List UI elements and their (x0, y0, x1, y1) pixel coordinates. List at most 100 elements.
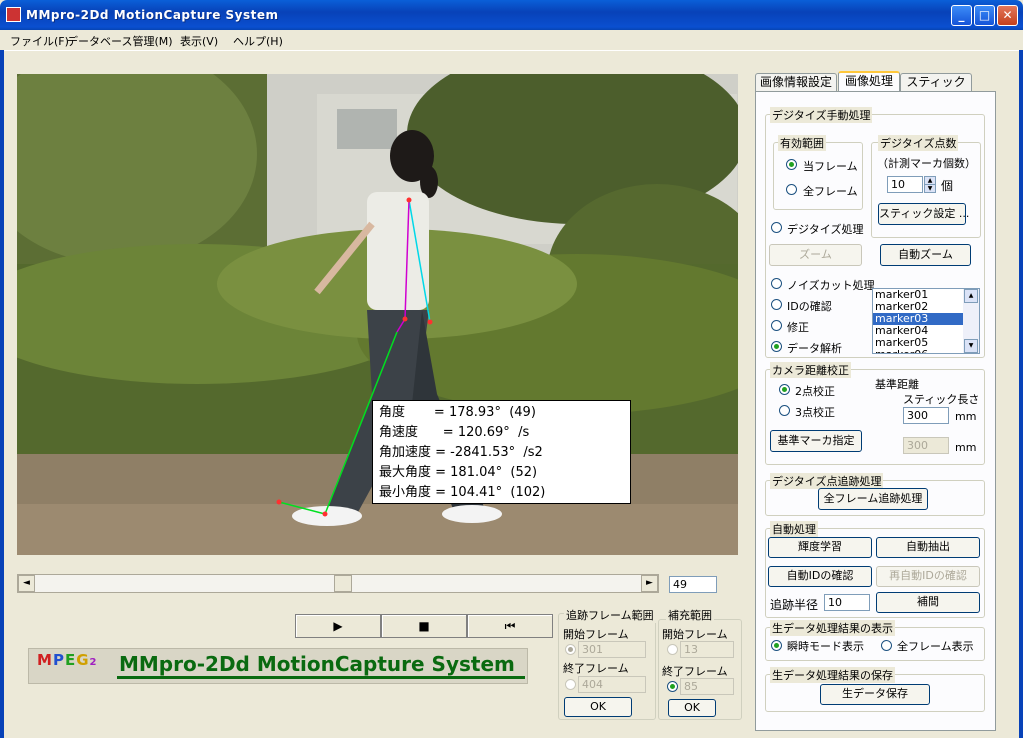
tracking-start-field[interactable]: 301 (578, 641, 646, 658)
menu-file[interactable]: ファイル(F) (10, 33, 69, 49)
close-button[interactable]: ✕ (997, 5, 1018, 26)
rewind-button[interactable]: ⏮ (467, 614, 553, 638)
maximize-button[interactable]: □ (974, 5, 995, 26)
window-frame-right (1019, 50, 1023, 738)
fill-end-label: 終了フレーム (662, 665, 728, 678)
readout-angular-velocity: 角速度 = 120.69° /s (379, 425, 530, 440)
readout-angular-acceleration: 角加速度 = -2841.53° /s2 (379, 445, 543, 460)
fill-start-radio[interactable] (667, 644, 678, 655)
all-frames-label: 全フレーム (803, 185, 858, 198)
fill-start-field[interactable]: 13 (680, 641, 734, 658)
all-frames-display-label: 全フレーム表示 (897, 640, 974, 653)
stick-settings-button[interactable]: スティック設定 ... (878, 203, 969, 225)
tracking-radius-field[interactable]: 10 (824, 594, 870, 611)
data-analysis-radio[interactable] (771, 341, 782, 352)
tab-image-info[interactable]: 画像情報設定 (755, 73, 837, 92)
menu-database[interactable]: データベース管理(M) (67, 33, 173, 49)
current-frame-radio[interactable] (786, 159, 797, 170)
menu-help[interactable]: ヘルプ(H) (233, 33, 283, 49)
frame-scrollbar[interactable]: ◄ ► (17, 574, 659, 593)
point-tracking-title: デジタイズ点追跡処理 (770, 473, 884, 489)
tab-stick-figure[interactable]: スティック図 (900, 73, 972, 106)
menu-view[interactable]: 表示(V) (180, 33, 218, 49)
fill-end-field[interactable]: 85 (680, 678, 734, 695)
tracking-start-radio[interactable] (565, 644, 576, 655)
all-frames-radio[interactable] (786, 184, 797, 195)
digitize-title: デジタイズ手動処理 (770, 107, 873, 123)
app-logo: MPEG2 MMpro-2Dd MotionCapture System (28, 648, 528, 684)
noise-cut-radio[interactable] (771, 278, 782, 289)
fill-ok-button[interactable]: OK (668, 699, 716, 717)
chevron-down-icon[interactable]: ▼ (964, 339, 978, 353)
fill-end-radio[interactable] (667, 681, 678, 692)
stop-button[interactable]: ■ (381, 614, 467, 638)
fill-range-title: 補充範囲 (666, 607, 714, 623)
digitize-process-radio[interactable] (771, 222, 782, 233)
stick-length-label: スティック長さ (903, 393, 980, 406)
data-analysis-label: データ解析 (787, 342, 842, 355)
ref-marker-button[interactable]: 基準マーカ指定 (770, 430, 862, 452)
stick-length-field-2[interactable]: 300 (903, 437, 949, 454)
brightness-learning-button[interactable]: 輝度学習 (768, 537, 872, 558)
window-frame-left (0, 50, 4, 738)
instant-mode-radio[interactable] (771, 640, 782, 651)
id-check-label: IDの確認 (787, 300, 832, 313)
valid-range-group (773, 142, 863, 210)
auto-processing-title: 自動処理 (770, 521, 818, 537)
list-scrollbar[interactable]: ▲ ▼ (963, 289, 979, 353)
three-point-label: 3点校正 (795, 406, 835, 419)
raw-save-title: 生データ処理結果の保存 (770, 667, 895, 683)
digitize-count-title: デジタイズ点数 (878, 135, 959, 151)
title-bar: MMpro-2Dd MotionCapture System _ □ ✕ (0, 0, 1023, 30)
stick-length-field[interactable]: 300 (903, 407, 949, 424)
digitize-count-subtitle: （計測マーカ個数） (877, 157, 976, 170)
tracking-end-radio[interactable] (565, 679, 576, 690)
menu-divider (4, 50, 1019, 51)
fix-label: 修正 (787, 321, 809, 334)
tracking-end-field[interactable]: 404 (578, 676, 646, 693)
instant-mode-label: 瞬時モード表示 (787, 640, 864, 653)
window-title: MMpro-2Dd MotionCapture System (26, 8, 279, 22)
auto-zoom-button[interactable]: 自動ズーム (880, 244, 971, 266)
re-auto-id-check-button[interactable]: 再自動IDの確認 (876, 566, 980, 587)
angle-readout: 角度 = 178.93° (49) 角速度 = 120.69° /s 角加速度 … (372, 400, 631, 504)
ref-distance-label: 基準距離 (875, 378, 919, 391)
interpolate-button[interactable]: 補間 (876, 592, 980, 613)
digitize-process-label: デジタイズ処理 (787, 223, 864, 236)
spin-down-icon[interactable]: ▼ (924, 184, 936, 193)
all-frames-display-radio[interactable] (881, 640, 892, 651)
marker-list[interactable]: marker01 marker02 marker03 marker04 mark… (872, 288, 980, 354)
stick-length-unit: mm (955, 410, 977, 423)
play-button[interactable]: ▶ (295, 614, 381, 638)
current-frame-label: 当フレーム (803, 160, 858, 173)
fix-radio[interactable] (771, 320, 782, 331)
readout-angle: 角度 = 178.93° (49) (379, 405, 536, 420)
list-item[interactable]: marker06 (873, 349, 965, 354)
minimize-button[interactable]: _ (951, 5, 972, 26)
two-point-radio[interactable] (779, 384, 790, 395)
zoom-button[interactable]: ズーム (769, 244, 862, 266)
tracking-radius-label: 追跡半径 (770, 598, 819, 612)
tracking-ok-button[interactable]: OK (564, 697, 632, 717)
auto-id-check-button[interactable]: 自動IDの確認 (768, 566, 872, 587)
frame-number-field[interactable]: 49 (669, 576, 717, 593)
auto-extract-button[interactable]: 自動抽出 (876, 537, 980, 558)
readout-min-angle: 最小角度 = 104.41° (102) (379, 485, 546, 500)
scroll-right-button[interactable]: ► (641, 575, 658, 592)
raw-save-button[interactable]: 生データ保存 (820, 684, 930, 705)
menu-bar: ファイル(F) データベース管理(M) 表示(V) ヘルプ(H) (0, 30, 1023, 50)
camera-calibration-title: カメラ距離校正 (770, 362, 851, 378)
tab-image-processing[interactable]: 画像処理 (838, 71, 900, 92)
digitize-count-field[interactable]: 10 (887, 176, 923, 193)
noise-cut-label: ノイズカット処理 (787, 279, 875, 292)
all-frames-tracking-button[interactable]: 全フレーム追跡処理 (818, 488, 928, 510)
tracking-range-title: 追跡フレーム範囲 (564, 607, 656, 623)
scroll-thumb[interactable] (334, 575, 352, 592)
id-check-radio[interactable] (771, 299, 782, 310)
app-icon[interactable] (6, 7, 21, 22)
readout-max-angle: 最大角度 = 181.04° (52) (379, 465, 538, 480)
scroll-left-button[interactable]: ◄ (18, 575, 35, 592)
fill-start-label: 開始フレーム (662, 628, 728, 641)
chevron-up-icon[interactable]: ▲ (964, 289, 978, 303)
three-point-radio[interactable] (779, 405, 790, 416)
